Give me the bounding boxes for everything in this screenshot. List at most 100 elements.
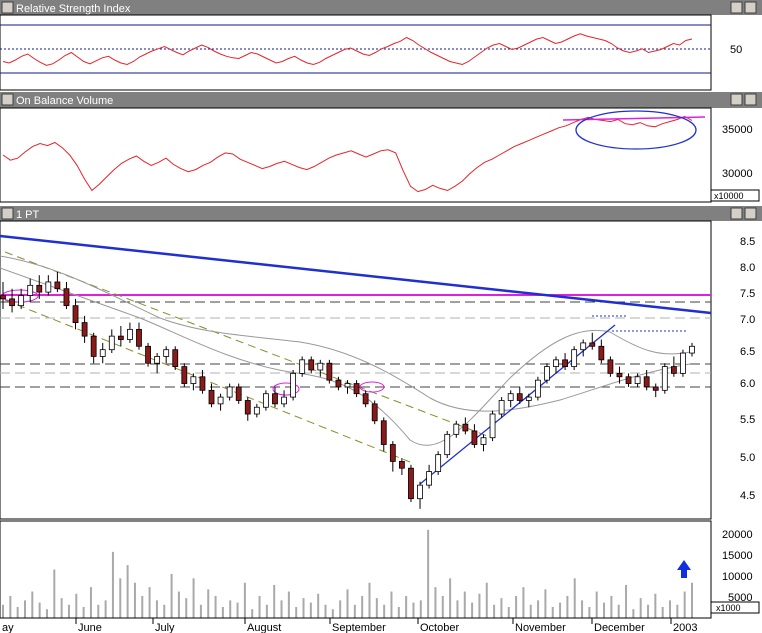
candle-up [544,366,550,381]
volume-panel: 20000 15000 10000 5000 x1000 [0,520,760,619]
candle-up [553,359,559,368]
volume-bar [537,600,540,618]
candle-up [426,471,432,486]
price-menu-icon[interactable] [1,207,14,220]
volume-bar [639,598,642,618]
price-title: 1 PT [16,209,40,221]
volume-bar [471,602,474,618]
obv-panel: On Balance Volume 35000 30000 x10000 [0,92,762,203]
volume-bar [331,609,334,618]
obv-restore-icon[interactable] [730,93,743,106]
candle-down [72,305,79,323]
volume-bar [551,606,554,618]
volume-bar [243,582,246,618]
volume-bar [82,606,85,618]
candle-down [235,386,242,401]
volume-bar [265,604,268,618]
price-restore-icon[interactable] [730,207,743,220]
candle-up [27,284,34,296]
rsi-close-icon[interactable] [744,1,757,14]
candle-up [18,295,25,307]
volume-bar [566,595,569,618]
obv-titlebar [0,92,762,108]
candle-up [344,383,351,388]
price-close-icon[interactable] [744,207,757,220]
candle-down [389,444,396,462]
volume-bar [324,604,327,618]
candle-up [444,433,451,456]
candle-down [643,376,650,388]
candle-up [263,393,269,408]
volume-bar [192,578,195,618]
candle-down [36,284,43,293]
volume-bar [214,595,217,618]
month-label-may: ay [2,622,14,633]
volume-bar [155,600,158,618]
volume-bar [148,587,151,618]
volume-bar [258,595,261,618]
candle-up [498,400,505,415]
volume-bar [493,604,496,618]
candle-up [253,406,260,415]
x-axis: ay June July August September October No… [0,617,711,633]
candle-up [317,362,324,371]
month-label-november: November [515,622,566,633]
volume-bar [280,600,283,618]
candle-up [108,335,115,351]
volume-bar [273,584,276,618]
volume-bar [221,606,224,618]
volume-bar [625,584,628,618]
candle-down [371,403,378,422]
obv-plot-area [0,107,712,203]
volume-bar [60,598,63,618]
candle-down [244,400,251,415]
candle-down [208,389,215,405]
candle-down [616,372,623,378]
candle-up [453,423,460,435]
rsi-restore-icon[interactable] [730,1,743,14]
candle-down [181,366,188,384]
volume-bar [45,609,48,618]
volume-bar [38,602,41,618]
price-tick-8.5: 8.5 [740,236,755,248]
volume-bar [617,604,620,618]
obv-menu-icon[interactable] [1,93,14,106]
candle-up [534,379,541,398]
candle-up [127,328,133,340]
volume-bar [251,609,254,618]
price-tick-5.5: 5.5 [740,414,755,426]
rsi-plot-area [0,14,712,91]
volume-bar [544,589,547,618]
price-plot-area [0,220,712,520]
volume-bar [185,598,188,618]
stock-chart: Relative Strength Index 50 On Balance Vo… [0,0,762,633]
volume-bar [434,587,437,618]
month-label-2003: 2003 [673,622,697,633]
volume-bar [375,598,378,618]
candle-down [462,423,469,432]
volume-bar [683,591,686,618]
volume-bar [397,606,400,618]
candle-up [45,281,52,293]
candle-down [398,461,405,469]
candle-up [525,396,532,401]
month-label-june: June [78,622,102,633]
candle-down [362,393,369,405]
volume-bar [610,595,613,618]
volume-bar [485,582,488,618]
candle-up [661,366,668,391]
volume-bar [170,573,173,618]
candle-down [0,295,6,300]
candle-down [625,376,632,384]
candle-down [652,386,659,391]
obv-close-icon[interactable] [744,93,757,106]
candle-down [353,383,360,395]
volume-bar [383,604,386,618]
month-label-september: September [332,622,386,633]
rsi-menu-icon[interactable] [1,1,14,14]
candle-up [680,352,686,374]
volume-bar [295,606,298,618]
price-tick-5.0: 5.0 [740,452,755,464]
volume-bar [309,602,312,618]
candle-down [326,362,333,381]
